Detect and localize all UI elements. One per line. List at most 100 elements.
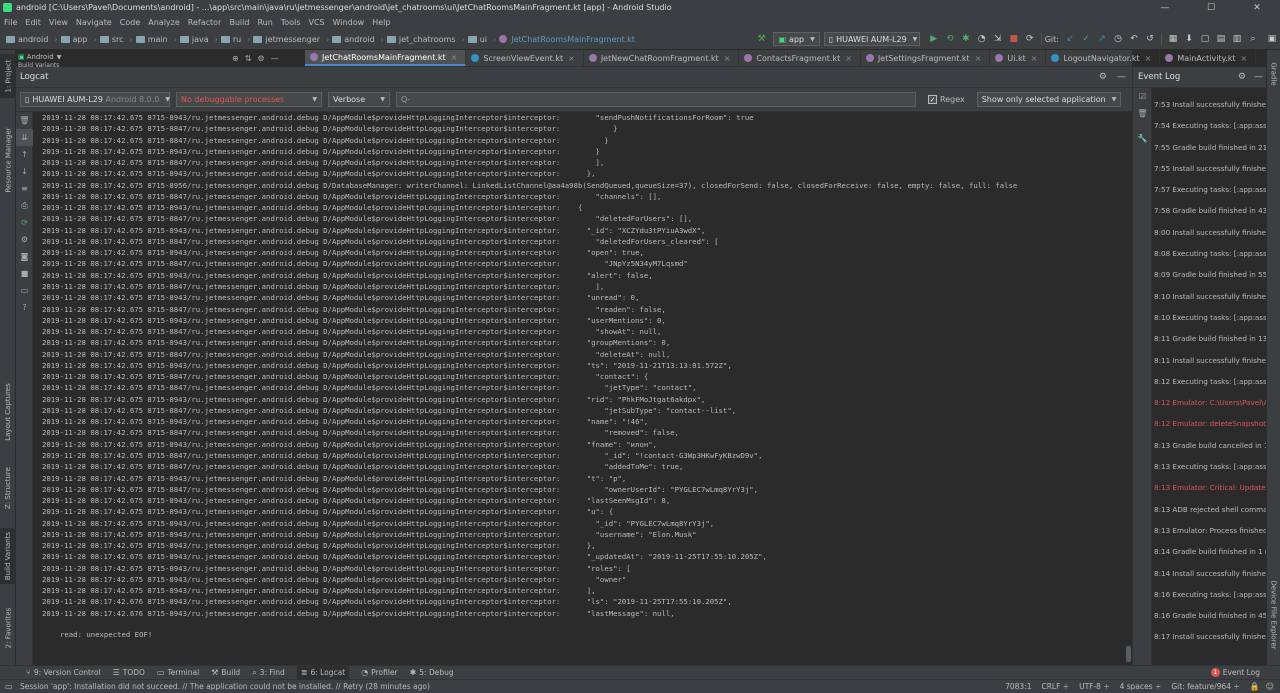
down-icon[interactable]: ↓ [16,163,33,180]
face-icon[interactable]: ☺ [1266,682,1274,691]
menu-file[interactable]: File [4,18,17,27]
breadcrumb-main[interactable]: main [135,35,168,44]
event-log-item[interactable]: 8:08 Executing tasks: [:app:assen [1154,243,1267,264]
close-tab-icon[interactable]: × [845,54,852,63]
todo-tool-button[interactable]: ☰ TODO [113,668,145,677]
resource-manager-tab[interactable]: Resource Manager [0,118,16,202]
event-log-item[interactable]: 8:14 Gradle build finished in 1 m [1154,541,1267,562]
settings-icon[interactable]: ⚙ [257,54,264,63]
collapse-icon[interactable]: ⇅ [245,54,252,63]
build-variants-tab[interactable]: Build Variants [0,528,16,584]
debug-tool-button[interactable]: ✱ 5: Debug [410,668,454,677]
status-message[interactable]: Session 'app': Installation did not succ… [20,682,1005,691]
tab-screenviewevent[interactable]: ScreenViewEvent.kt × [466,50,584,66]
project-tool-tab[interactable]: 1: Project [0,54,16,98]
breadcrumb-android[interactable]: android [6,35,48,44]
scroll-to-end-icon[interactable]: ⇊ [16,129,33,146]
event-log-item[interactable]: 8:11 Install successfully finished [1154,350,1267,371]
device-manager-icon[interactable]: ▥ [1230,32,1244,46]
regex-checkbox[interactable]: ✓ Regex [928,95,965,104]
event-log-item[interactable]: 7:55 Gradle build finished in 21 s [1154,137,1267,158]
event-log-item[interactable]: 8:16 Gradle build finished in 45 [1154,605,1267,626]
tab-jetnewchatroomfragment[interactable]: JetNewChatRoomFragment.kt × [584,50,740,66]
menu-edit[interactable]: Edit [25,18,41,27]
event-log-item[interactable]: 8:10 Executing tasks: [:app:assen [1154,307,1267,328]
close-tab-icon[interactable]: × [451,53,458,62]
profile-icon[interactable]: ◔ [975,32,989,46]
minimize-panel-icon[interactable]: — [1254,72,1263,82]
build-tool-button[interactable]: ⚒ Build [211,668,240,677]
menu-run[interactable]: Run [257,18,272,27]
logcat-search-input[interactable]: Q- [396,92,916,107]
debug-icon[interactable]: ✱ [959,32,973,46]
wrench-icon[interactable]: 🔧 [1133,130,1152,147]
breadcrumb-ru[interactable]: ru [220,35,241,44]
tab-jetchatroomsmainfragment[interactable]: JetChatRoomsMainFragment.kt × [305,50,467,66]
structure-tab[interactable]: Z: Structure [0,460,16,516]
event-log-item[interactable]: 8:13 Gradle build cancelled in 13 [1154,435,1267,456]
sync-icon[interactable]: ⟳ [1023,32,1037,46]
event-log-item[interactable]: 7:58 Gradle build finished in 43 s [1154,200,1267,221]
breadcrumb-jetmessenger[interactable]: jetmessenger [253,35,320,44]
hide-icon[interactable]: — [271,54,279,63]
settings-icon[interactable]: ⚙ [1238,72,1246,82]
event-log-item[interactable]: 7:54 Executing tasks: [:app:assen [1154,115,1267,136]
device-file-explorer-tab[interactable]: Device File Explorer [1267,570,1280,660]
status-layout-icon[interactable]: ▭ [5,682,13,691]
mark-read-icon[interactable]: ☑ [1133,88,1152,105]
breadcrumb-app[interactable]: app [60,35,88,44]
layout-captures-tab[interactable]: Layout Captures [0,372,16,452]
event-log-item[interactable]: 8:12 Emulator: deleteSnapshot: [1154,413,1267,434]
event-log-item[interactable]: 7:53 Install successfully finished [1154,94,1267,115]
event-log-item[interactable]: 8:16 Executing tasks: [:app:assen [1154,584,1267,605]
device-select[interactable]: ▯ HUAWEI AUM-L29 ▼ [823,32,920,46]
file-encoding[interactable]: UTF-8 ÷ [1079,682,1110,691]
minimize-button[interactable]: — [1142,0,1188,15]
clear-all-icon[interactable]: 🗑 [1133,105,1152,122]
gradle-tool-tab[interactable]: Gradle [1267,54,1280,94]
tab-ui[interactable]: Ui.kt × [990,50,1047,66]
menu-code[interactable]: Code [120,18,140,27]
close-tab-icon[interactable]: × [975,54,982,63]
tool-icon[interactable]: ▣ [1265,32,1279,46]
run-config-select[interactable]: ▣ app ▼ [773,32,820,46]
breadcrumb-android-pkg[interactable]: android [332,35,375,44]
tab-contactsfragment[interactable]: ContactsFragment.kt × [739,50,861,66]
git-branch[interactable]: Git: feature/964 ÷ [1171,682,1239,691]
settings-icon[interactable]: ⚙ [1099,72,1107,82]
app-filter-dropdown[interactable]: Show only selected application ▼ [976,92,1121,107]
tab-mainactivity[interactable]: MainActivity.kt × [1160,50,1257,66]
avd-manager-icon[interactable]: ▢ [1198,32,1212,46]
breadcrumb-jet-chatrooms[interactable]: jet_chatrooms [386,35,456,44]
event-log-item[interactable]: 7:55 Install successfully finished [1154,158,1267,179]
run-icon[interactable]: ▶ [927,32,941,46]
project-structure-icon[interactable]: ▦ [1166,32,1180,46]
event-log-item[interactable]: 8:13 Executing tasks: [:app:assen [1154,456,1267,477]
soft-wrap-icon[interactable]: ≡ [16,180,33,197]
event-log-item[interactable]: 8:14 Install successfully finished [1154,563,1267,584]
close-tab-icon[interactable]: × [1241,54,1248,63]
help-icon[interactable]: ? [16,299,33,316]
layout-inspector-icon[interactable]: ▤ [1214,32,1228,46]
event-log-item[interactable]: 8:09 Gradle build finished in 55 s [1154,264,1267,285]
terminal-tool-button[interactable]: ▭ Terminal [157,668,199,677]
caret-position[interactable]: 7083:1 [1005,682,1031,691]
minimize-panel-icon[interactable]: — [1117,72,1126,82]
menu-analyze[interactable]: Analyze [148,18,180,27]
event-log-tool-button[interactable]: 1 Event Log [1210,668,1260,677]
vcs-push-icon[interactable]: ↗ [1095,32,1109,46]
process-dropdown[interactable]: No debuggable processes ▼ [176,92,322,107]
event-log-item[interactable]: 8:13 Emulator: Critical: UpdateL [1154,477,1267,498]
target-icon[interactable]: ⊕ [232,54,239,63]
logcat-tool-button[interactable]: ≣ 6: Logcat [296,665,350,680]
print-icon[interactable]: ⎙ [16,197,33,214]
vcs-commit-icon[interactable]: ✓ [1079,32,1093,46]
menu-vcs[interactable]: VCS [309,18,325,27]
tab-jetsettingsfragment[interactable]: JetSettingsFragment.kt × [861,50,991,66]
restart-icon[interactable]: ⟳ [16,214,33,231]
screen-capture-icon[interactable]: ◙ [16,248,33,265]
close-tab-icon[interactable]: × [1031,54,1038,63]
menu-window[interactable]: Window [333,18,365,27]
event-log-item[interactable]: 8:13 Emulator: Process finished [1154,520,1267,541]
log-scrollbar[interactable] [1125,112,1132,665]
